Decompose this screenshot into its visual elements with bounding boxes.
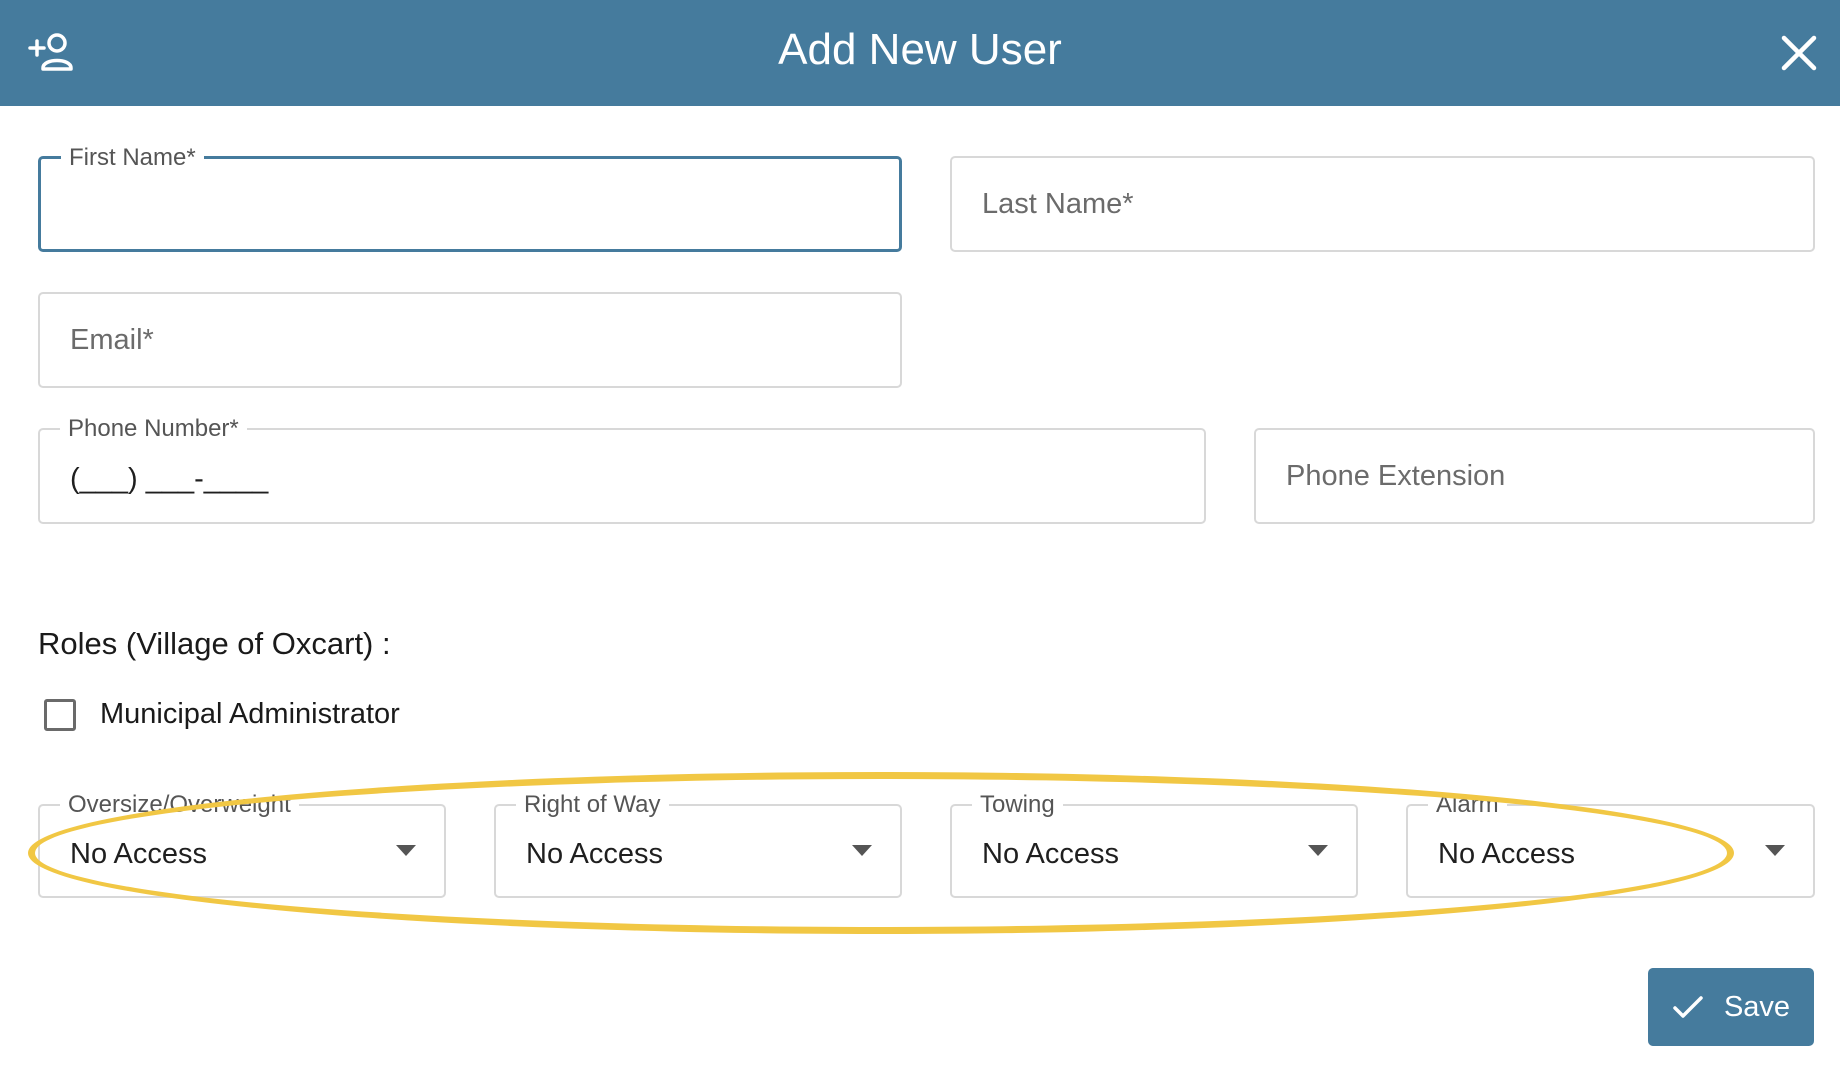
dialog-title: Add New User [778,25,1062,74]
first-name-field[interactable]: First Name* [38,143,902,252]
close-icon[interactable] [1776,30,1822,76]
caret-down-icon [852,845,872,856]
last-name-field[interactable]: Last Name* [950,156,1815,252]
towing-select[interactable]: Towing No Access [950,790,1358,898]
select-value: No Access [526,837,663,870]
caret-down-icon [1308,845,1328,856]
phone-extension-placeholder: Phone Extension [1286,459,1506,492]
alarm-select[interactable]: Alarm No Access [1406,790,1815,898]
first-name-label: First Name* [61,143,204,173]
caret-down-icon [1765,845,1785,856]
email-field[interactable]: Email* [38,292,902,388]
roles-title: Roles (Village of Oxcart) : [38,626,391,661]
municipal-admin-label: Municipal Administrator [100,698,400,730]
phone-number-field[interactable]: Phone Number* (___) ___-____ [38,414,1206,524]
select-value: No Access [70,837,207,870]
phone-number-value: (___) ___-____ [70,462,269,495]
select-value: No Access [982,837,1119,870]
municipal-admin-checkbox[interactable] [44,698,76,731]
select-value: No Access [1438,837,1575,870]
municipal-admin-row[interactable]: Municipal Administrator [44,698,400,731]
save-button[interactable]: Save [1648,968,1814,1046]
oversize-overweight-select[interactable]: Oversize/Overweight No Access [38,790,446,898]
caret-down-icon [396,845,416,856]
check-icon [1673,996,1703,1018]
save-label: Save [1723,990,1791,1023]
last-name-placeholder: Last Name* [982,187,1134,220]
right-of-way-select[interactable]: Right of Way No Access [494,790,902,898]
phone-extension-field[interactable]: Phone Extension [1254,428,1815,524]
email-placeholder: Email* [70,323,154,356]
dialog-header: Add New User [0,0,1840,106]
